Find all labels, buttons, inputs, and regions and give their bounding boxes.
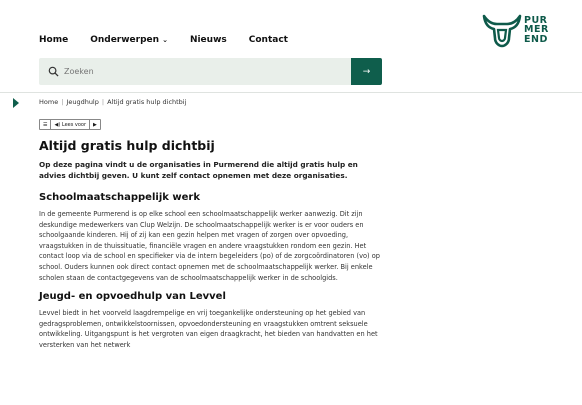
section-heading: Schoolmaatschappelijk werk bbox=[39, 192, 200, 203]
breadcrumb-separator: | bbox=[101, 98, 105, 106]
breadcrumb-separator: | bbox=[61, 98, 64, 106]
nav-item-home[interactable]: Home bbox=[39, 35, 68, 45]
play-icon[interactable]: ▶ bbox=[90, 120, 100, 129]
main-content: Altijd gratis hulp dichtbij Op deze pagi… bbox=[39, 138, 384, 359]
menu-icon[interactable]: ☰ bbox=[40, 120, 52, 129]
side-arrow-icon bbox=[13, 98, 19, 108]
section-heading: Jeugd- en opvoedhulp van Levvel bbox=[39, 291, 226, 303]
logo-wordmark: PUR MER END bbox=[524, 16, 549, 45]
intro-text: Op deze pagina vindt u de organisaties i… bbox=[39, 160, 358, 180]
nav-contact-label: Contact bbox=[248, 35, 288, 45]
nav-item-onderwerpen[interactable]: Onderwerpen ⌄ bbox=[90, 35, 168, 45]
section-text: In de gemeente Purmerend is op elke scho… bbox=[39, 210, 380, 282]
readspeaker-bar: ☰ ◀) Lees voor ▶ bbox=[39, 119, 101, 130]
nav-nieuws-label: Nieuws bbox=[189, 35, 227, 45]
nav-home-label: Home bbox=[39, 35, 69, 45]
page-title: Altijd gratis hulp dichtbij bbox=[39, 138, 215, 153]
logo-line-3: END bbox=[524, 33, 548, 45]
section-text: Levvel biedt in het voorveld laagdrempel… bbox=[39, 309, 378, 349]
search-submit-button[interactable]: → bbox=[351, 58, 382, 85]
breadcrumb-home[interactable]: Home bbox=[39, 98, 58, 106]
bull-head-icon bbox=[482, 14, 522, 48]
nav-onderwerpen-label: Onderwerpen bbox=[90, 35, 160, 45]
nav-item-contact[interactable]: Contact bbox=[249, 35, 288, 45]
chevron-down-icon: ⌄ bbox=[162, 36, 168, 44]
main-nav: Home Onderwerpen ⌄ Nieuws Contact bbox=[39, 35, 310, 45]
breadcrumb: Home | Jeugdhulp | Altijd gratis hulp di… bbox=[39, 98, 186, 106]
site-header: Home Onderwerpen ⌄ Nieuws Contact PUR MER… bbox=[0, 0, 582, 92]
read-aloud-button[interactable]: ◀) Lees voor bbox=[51, 120, 91, 129]
breadcrumb-jeugdhulp[interactable]: Jeugdhulp bbox=[66, 98, 98, 106]
search-icon bbox=[48, 66, 59, 77]
header-divider bbox=[0, 92, 582, 93]
search-input[interactable] bbox=[64, 67, 334, 76]
nav-item-nieuws[interactable]: Nieuws bbox=[190, 35, 227, 45]
search-bar: → bbox=[39, 58, 382, 85]
purmerend-logo[interactable]: PUR MER END bbox=[482, 12, 549, 48]
arrow-right-icon: → bbox=[362, 66, 371, 77]
breadcrumb-current: Altijd gratis hulp dichtbij bbox=[107, 98, 187, 106]
